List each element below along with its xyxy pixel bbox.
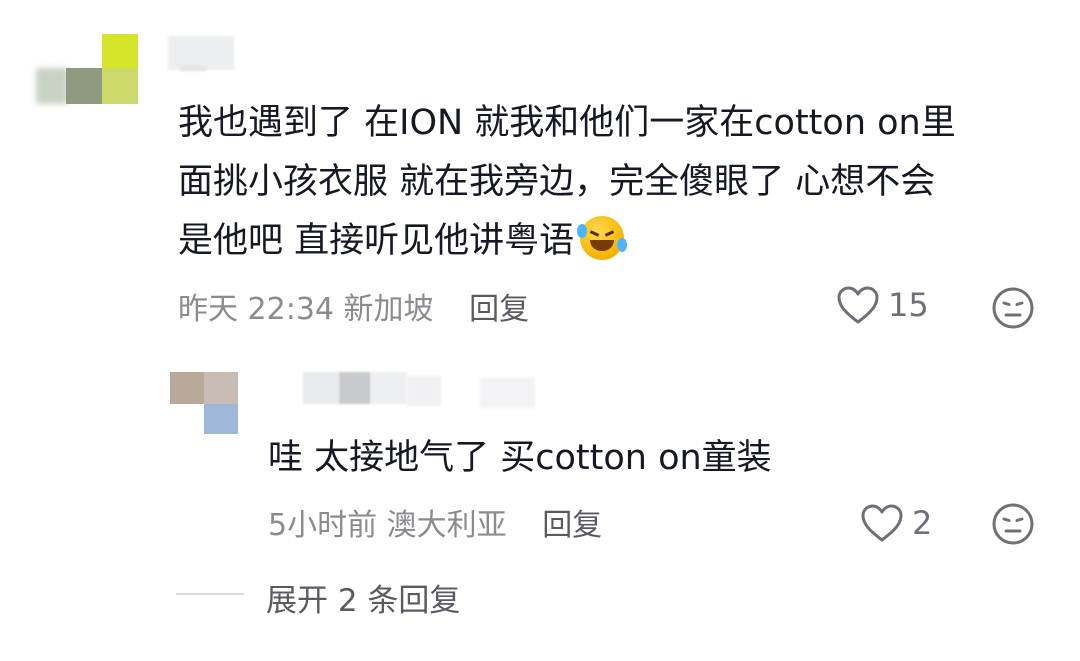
reply-reply-button[interactable]: 回复: [542, 508, 602, 543]
username-blurred[interactable]: [168, 36, 234, 70]
comment-line-2: 面挑小孩衣服 就在我旁边，完全傻眼了 心想不会: [178, 162, 936, 202]
neutral-face-icon: [992, 287, 1034, 329]
reply-avatar[interactable]: [170, 372, 238, 436]
like-count: 15: [888, 286, 929, 324]
heart-icon: [837, 286, 879, 324]
reply-dislike-button[interactable]: [991, 502, 1035, 550]
comment-time: 昨天 22:34: [178, 292, 334, 327]
comment-line-1: 我也遇到了 在ION 就我和他们一家在cotton on里: [178, 103, 956, 143]
comment-meta: 昨天 22:34 新加坡 回复: [178, 284, 529, 328]
divider: [176, 593, 244, 595]
neutral-face-icon: [992, 503, 1034, 545]
comment-line-3: 是他吧 直接听见他讲粤语: [178, 212, 1038, 271]
reply-like-button[interactable]: 2: [860, 503, 932, 543]
rolling-on-floor-laughing-icon: [577, 216, 628, 260]
like-button[interactable]: 15: [836, 285, 929, 325]
comment-location: 新加坡: [343, 292, 434, 327]
reply-time: 5小时前: [268, 508, 378, 543]
reply-meta: 5小时前 澳大利亚 回复: [268, 500, 602, 544]
avatar[interactable]: [36, 34, 140, 104]
reply-username-blurred[interactable]: [303, 372, 339, 404]
expand-replies-button[interactable]: 展开 2 条回复: [266, 575, 460, 620]
reply-button[interactable]: 回复: [469, 292, 529, 327]
reply-like-count: 2: [912, 504, 933, 542]
reply-location: 澳大利亚: [386, 508, 507, 543]
comment-text: 我也遇到了 在ION 就我和他们一家在cotton on里 面挑小孩衣服 就在我…: [178, 94, 1038, 271]
dislike-button[interactable]: [991, 286, 1035, 334]
heart-icon: [861, 504, 903, 542]
reply-text: 哇 太接地气了 买cotton on童装: [268, 438, 772, 478]
